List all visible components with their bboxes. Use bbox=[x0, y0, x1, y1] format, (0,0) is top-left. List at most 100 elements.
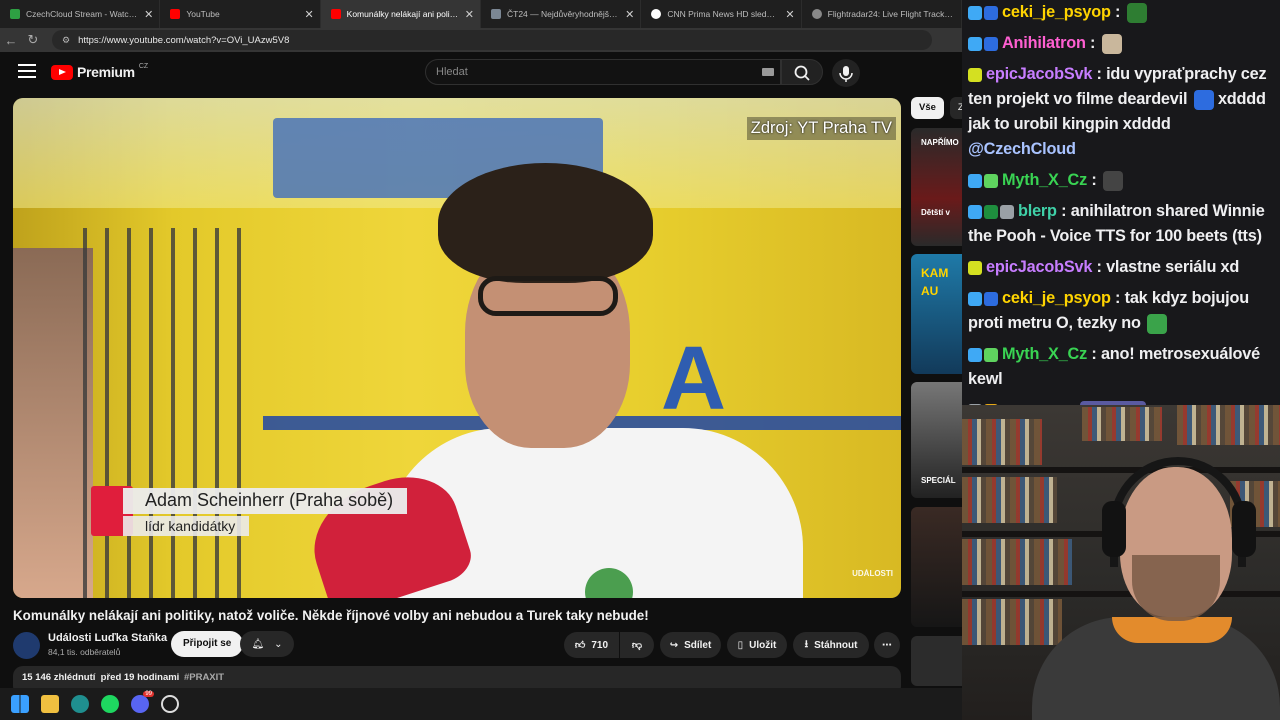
chat-separator: : bbox=[1092, 258, 1107, 276]
recommendation-thumbnail[interactable]: SPECIÁL bbox=[911, 382, 962, 498]
recommendation-thumbnail[interactable] bbox=[911, 507, 962, 627]
chat-username[interactable]: Myth_X_Cz bbox=[1002, 345, 1087, 363]
like-count: 710 bbox=[591, 639, 609, 651]
chat-username[interactable]: blerp bbox=[1018, 202, 1057, 220]
chat-username[interactable]: epicJacobSvk bbox=[986, 258, 1092, 276]
chat-badges bbox=[968, 260, 982, 275]
tab-flightradar[interactable]: Flightradar24: Live Flight Tracker - bbox=[802, 0, 962, 28]
hamburger-menu-icon[interactable] bbox=[18, 64, 36, 78]
hashtag-link[interactable]: #PRAXIT bbox=[184, 672, 224, 683]
chat-separator: : bbox=[1092, 65, 1107, 83]
chip-all[interactable]: Vše bbox=[911, 97, 944, 119]
reload-icon[interactable]: ↻ bbox=[22, 32, 44, 48]
thumbnail-label: NAPŘÍMO bbox=[921, 138, 959, 147]
search-input[interactable]: Hledat bbox=[425, 59, 781, 85]
chat-separator: : bbox=[1110, 289, 1125, 307]
chat-emote-icon bbox=[1126, 2, 1147, 23]
chip-second[interactable]: Z bbox=[949, 97, 962, 119]
back-arrow-icon[interactable]: ← bbox=[0, 33, 22, 48]
chat-badge-icon bbox=[968, 173, 982, 188]
tab-title: Komunálky nelákají ani politiky, na bbox=[346, 9, 459, 19]
like-button[interactable]: 👍︎ 710 bbox=[564, 632, 619, 658]
tab-title: CNN Prima News HD sledujte onli bbox=[667, 9, 780, 19]
chat-badge-icon bbox=[968, 5, 982, 20]
description-box[interactable]: 15 146 zhlédnutí před 19 hodinami #PRAXI… bbox=[13, 666, 901, 688]
thumbnail-sublabel: AU bbox=[921, 284, 939, 298]
chat-badges bbox=[968, 36, 998, 51]
voice-search-button[interactable] bbox=[832, 59, 860, 87]
headset-icon bbox=[1110, 457, 1246, 567]
download-button[interactable]: ⭳ Stáhnout bbox=[793, 632, 869, 658]
tab-close-icon[interactable]: ✕ bbox=[144, 8, 153, 21]
tab-komunalky-video[interactable]: Komunálky nelákají ani politiky, na ✕ bbox=[320, 0, 481, 28]
recommendation-thumbnail[interactable]: NAPŘÍMO Dětští v bbox=[911, 128, 962, 246]
chat-username[interactable]: ceki_je_psyop bbox=[1002, 289, 1111, 307]
dislike-button[interactable]: 👎︎ bbox=[620, 632, 654, 658]
tab-close-icon[interactable]: ✕ bbox=[465, 8, 474, 21]
czechcloud-favicon-icon bbox=[10, 9, 20, 19]
save-button[interactable]: ▯ Uložit bbox=[727, 632, 787, 658]
chat-badge-icon bbox=[984, 5, 998, 20]
site-info-icon[interactable]: ⚙ bbox=[62, 35, 70, 46]
chat-message: Anihilatron : bbox=[968, 31, 1276, 56]
microphone-icon bbox=[839, 66, 853, 82]
chat-username[interactable]: epicJacobSvk bbox=[986, 65, 1092, 83]
settings-icon[interactable] bbox=[161, 695, 179, 713]
discord-icon[interactable]: 99 bbox=[131, 691, 154, 713]
youtube-page: Premium CZ Hledat A Zdroj: YT Praha TV U… bbox=[0, 52, 962, 688]
bookmark-icon: ▯ bbox=[737, 639, 744, 651]
video-player[interactable]: A Zdroj: YT Praha TV UDÁLOSTI Adam Schei… bbox=[13, 98, 901, 598]
chat-badge-icon bbox=[1000, 204, 1014, 219]
tab-close-icon[interactable]: ✕ bbox=[625, 8, 634, 21]
join-button[interactable]: Připojit se bbox=[171, 631, 244, 657]
upload-time: před 19 hodinami bbox=[100, 672, 180, 683]
chat-separator: : bbox=[1110, 3, 1125, 21]
chat-mention[interactable]: @CzechCloud bbox=[968, 140, 1076, 158]
tab-close-icon[interactable]: ✕ bbox=[785, 8, 794, 21]
thumbnail-label: SPECIÁL bbox=[921, 476, 956, 485]
search-button[interactable] bbox=[781, 59, 823, 85]
chat-badge-icon bbox=[968, 347, 982, 362]
browser-tab-bar: CzechCloud Stream - Watch Live o ✕ YouTu… bbox=[0, 0, 962, 28]
recommendation-thumbnail[interactable] bbox=[911, 636, 962, 686]
recommendation-thumbnail[interactable]: KAM AU bbox=[911, 254, 962, 374]
channel-watermark: UDÁLOSTI bbox=[852, 569, 893, 578]
download-icon: ⭳ bbox=[804, 638, 809, 650]
search-icon bbox=[794, 65, 810, 81]
youtube-favicon-icon bbox=[170, 9, 181, 19]
lower-third-role: lídr kandidátky bbox=[123, 516, 250, 536]
file-explorer-icon[interactable] bbox=[41, 695, 59, 713]
url-field[interactable]: ⚙ https://www.youtube.com/watch?v=OVi_UA… bbox=[52, 30, 932, 50]
spotify-icon[interactable] bbox=[101, 695, 119, 713]
tab-czechcloud[interactable]: CzechCloud Stream - Watch Live o ✕ bbox=[0, 0, 161, 28]
chat-username[interactable]: Myth_X_Cz bbox=[1002, 171, 1087, 189]
logo-text: Premium bbox=[77, 64, 135, 80]
cnn-favicon-icon bbox=[651, 9, 662, 19]
tab-youtube[interactable]: YouTube ✕ bbox=[160, 0, 321, 28]
chat-badges bbox=[968, 67, 982, 82]
youtube-premium-logo[interactable]: Premium CZ bbox=[51, 63, 148, 80]
tab-cnn-prima[interactable]: CNN Prima News HD sledujte onli ✕ bbox=[641, 0, 802, 28]
video-title: Komunálky nelákají ani politiky, natož v… bbox=[13, 608, 649, 623]
address-bar: ← ↻ ⚙ https://www.youtube.com/watch?v=OV… bbox=[0, 28, 962, 52]
windows-start-icon[interactable] bbox=[11, 695, 29, 713]
share-button[interactable]: ↪ Sdílet bbox=[660, 632, 721, 658]
chat-username[interactable]: ceki_je_psyop bbox=[1002, 3, 1111, 21]
chat-username[interactable]: Anihilatron bbox=[1002, 34, 1086, 52]
interviewee-hair bbox=[438, 163, 653, 283]
channel-avatar[interactable] bbox=[13, 632, 40, 659]
chat-separator: : bbox=[1085, 34, 1100, 52]
chat-message: epicJacobSvk : vlastne seriálu xd bbox=[968, 255, 1276, 280]
chat-badge-icon bbox=[984, 173, 998, 188]
tab-title: YouTube bbox=[186, 9, 220, 19]
edge-icon[interactable] bbox=[71, 695, 89, 713]
notification-bell-button[interactable]: 🔔︎ ⌄ bbox=[240, 631, 294, 657]
keyboard-icon[interactable] bbox=[762, 68, 774, 76]
chat-badge-icon bbox=[968, 36, 982, 51]
tab-close-icon[interactable]: ✕ bbox=[304, 8, 313, 21]
more-actions-button[interactable]: ⋯ bbox=[874, 632, 900, 658]
chat-text: vlastne seriálu xd bbox=[1106, 258, 1240, 276]
channel-name[interactable]: Události Luďka Staňka bbox=[48, 632, 167, 644]
discord-badge: 99 bbox=[143, 691, 154, 697]
tab-ct24[interactable]: ČT24 — Nejdůvěryhodnější zpravo ✕ bbox=[481, 0, 642, 28]
